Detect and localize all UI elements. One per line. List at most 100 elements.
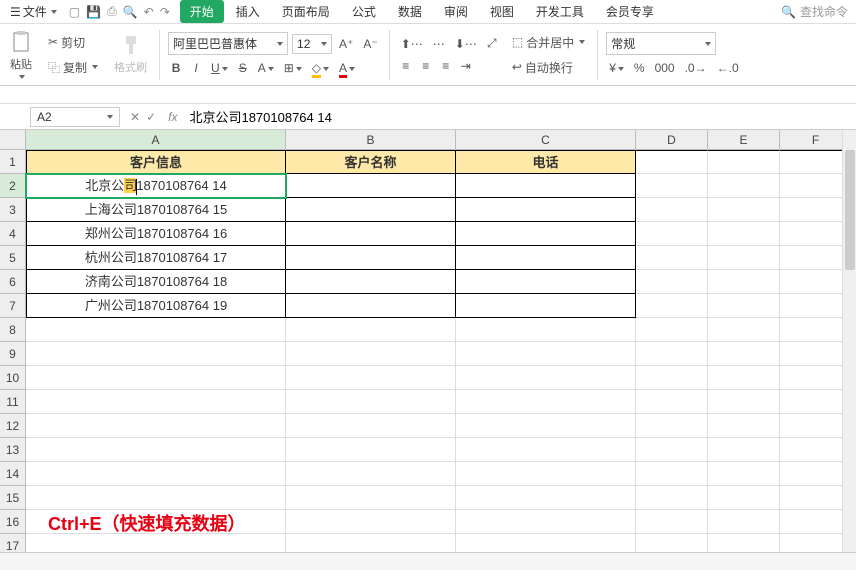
cell-C4[interactable] <box>456 222 636 246</box>
cell-B5[interactable] <box>286 246 456 270</box>
file-menu[interactable]: ☰ 文件 <box>4 1 63 22</box>
cell-B17[interactable] <box>286 534 456 552</box>
cell-D15[interactable] <box>636 486 708 510</box>
new-icon[interactable]: ▢ <box>69 5 80 19</box>
font-size-select[interactable]: 12 <box>292 34 332 54</box>
number-format-select[interactable]: 常规 <box>606 32 716 55</box>
select-all-corner[interactable] <box>0 130 26 150</box>
cell-A8[interactable] <box>26 318 286 342</box>
align-bottom-button[interactable]: ⬇⋯ <box>452 35 480 53</box>
cell-C10[interactable] <box>456 366 636 390</box>
row-header-6[interactable]: 6 <box>0 270 26 294</box>
cell-B11[interactable] <box>286 390 456 414</box>
align-center-button[interactable]: ≡ <box>418 57 434 75</box>
redo-icon[interactable]: ↷ <box>160 5 170 19</box>
indent-button[interactable]: ⇥ <box>458 57 474 75</box>
tab-7[interactable]: 开发工具 <box>526 0 594 23</box>
cell-A9[interactable] <box>26 342 286 366</box>
cell-E6[interactable] <box>708 270 780 294</box>
align-top-button[interactable]: ⬆⋯ <box>398 35 426 53</box>
preview-icon[interactable]: 🔍 <box>123 5 138 19</box>
underline-button[interactable]: U <box>208 59 231 77</box>
fill-color-button[interactable]: ◇ <box>309 59 332 77</box>
cell-E16[interactable] <box>708 510 780 534</box>
cell-E10[interactable] <box>708 366 780 390</box>
cell-D1[interactable] <box>636 150 708 174</box>
row-header-7[interactable]: 7 <box>0 294 26 318</box>
col-header-E[interactable]: E <box>708 130 780 150</box>
cell-A14[interactable] <box>26 462 286 486</box>
cell-A5[interactable]: 杭州公司1870108764 17 <box>26 246 286 270</box>
align-right-button[interactable]: ≡ <box>438 57 454 75</box>
cell-C6[interactable] <box>456 270 636 294</box>
row-header-11[interactable]: 11 <box>0 390 26 414</box>
cell-C13[interactable] <box>456 438 636 462</box>
row-header-14[interactable]: 14 <box>0 462 26 486</box>
cell-C1[interactable]: 电话 <box>456 150 636 174</box>
cell-E13[interactable] <box>708 438 780 462</box>
cell-E15[interactable] <box>708 486 780 510</box>
cell-D7[interactable] <box>636 294 708 318</box>
cell-B1[interactable]: 客户名称 <box>286 150 456 174</box>
cell-D8[interactable] <box>636 318 708 342</box>
tab-6[interactable]: 视图 <box>480 0 524 23</box>
cell-B10[interactable] <box>286 366 456 390</box>
cell-B4[interactable] <box>286 222 456 246</box>
cell-C3[interactable] <box>456 198 636 222</box>
tab-5[interactable]: 审阅 <box>434 0 478 23</box>
cell-D14[interactable] <box>636 462 708 486</box>
decrease-decimal-button[interactable]: ←.0 <box>714 59 742 77</box>
row-header-3[interactable]: 3 <box>0 198 26 222</box>
cell-D5[interactable] <box>636 246 708 270</box>
orientation-button[interactable]: ⤢ <box>484 34 500 53</box>
cell-A2[interactable]: 北京公司1870108764 14 <box>26 174 286 198</box>
row-header-9[interactable]: 9 <box>0 342 26 366</box>
cell-A13[interactable] <box>26 438 286 462</box>
cell-D3[interactable] <box>636 198 708 222</box>
name-box[interactable]: A2 <box>30 107 120 127</box>
fx-icon[interactable]: fx <box>162 110 183 124</box>
cell-D11[interactable] <box>636 390 708 414</box>
row-header-1[interactable]: 1 <box>0 150 26 174</box>
strike-button[interactable]: S <box>235 59 251 77</box>
row-header-10[interactable]: 10 <box>0 366 26 390</box>
cell-A10[interactable] <box>26 366 286 390</box>
save-icon[interactable]: 💾 <box>86 5 101 19</box>
horizontal-scrollbar[interactable] <box>0 552 856 570</box>
bold-button[interactable]: B <box>168 59 184 77</box>
cell-C16[interactable] <box>456 510 636 534</box>
increase-decimal-button[interactable]: .0→ <box>682 59 710 77</box>
row-header-2[interactable]: 2 <box>0 174 26 198</box>
cell-A11[interactable] <box>26 390 286 414</box>
tab-3[interactable]: 公式 <box>342 0 386 23</box>
cell-C2[interactable] <box>456 174 636 198</box>
cell-C17[interactable] <box>456 534 636 552</box>
cell-D13[interactable] <box>636 438 708 462</box>
merge-button[interactable]: ⬚合并居中 <box>508 32 589 53</box>
cell-C8[interactable] <box>456 318 636 342</box>
cell-A1[interactable]: 客户信息 <box>26 150 286 174</box>
col-header-A[interactable]: A <box>26 130 286 150</box>
cell-C5[interactable] <box>456 246 636 270</box>
cell-D17[interactable] <box>636 534 708 552</box>
cell-E11[interactable] <box>708 390 780 414</box>
cell-A6[interactable]: 济南公司1870108764 18 <box>26 270 286 294</box>
cell-C9[interactable] <box>456 342 636 366</box>
cell-C14[interactable] <box>456 462 636 486</box>
cell-C12[interactable] <box>456 414 636 438</box>
tab-0[interactable]: 开始 <box>180 0 224 23</box>
tab-1[interactable]: 插入 <box>226 0 270 23</box>
row-header-12[interactable]: 12 <box>0 414 26 438</box>
paste-button[interactable]: 粘贴 <box>6 29 36 81</box>
formula-input[interactable] <box>183 107 856 126</box>
cell-B6[interactable] <box>286 270 456 294</box>
cell-B13[interactable] <box>286 438 456 462</box>
cell-A7[interactable]: 广州公司1870108764 19 <box>26 294 286 318</box>
cell-D9[interactable] <box>636 342 708 366</box>
cell-C15[interactable] <box>456 486 636 510</box>
cell-D10[interactable] <box>636 366 708 390</box>
col-header-B[interactable]: B <box>286 130 456 150</box>
cell-E5[interactable] <box>708 246 780 270</box>
cancel-icon[interactable]: ✕ <box>130 110 140 124</box>
tab-8[interactable]: 会员专享 <box>596 0 664 23</box>
